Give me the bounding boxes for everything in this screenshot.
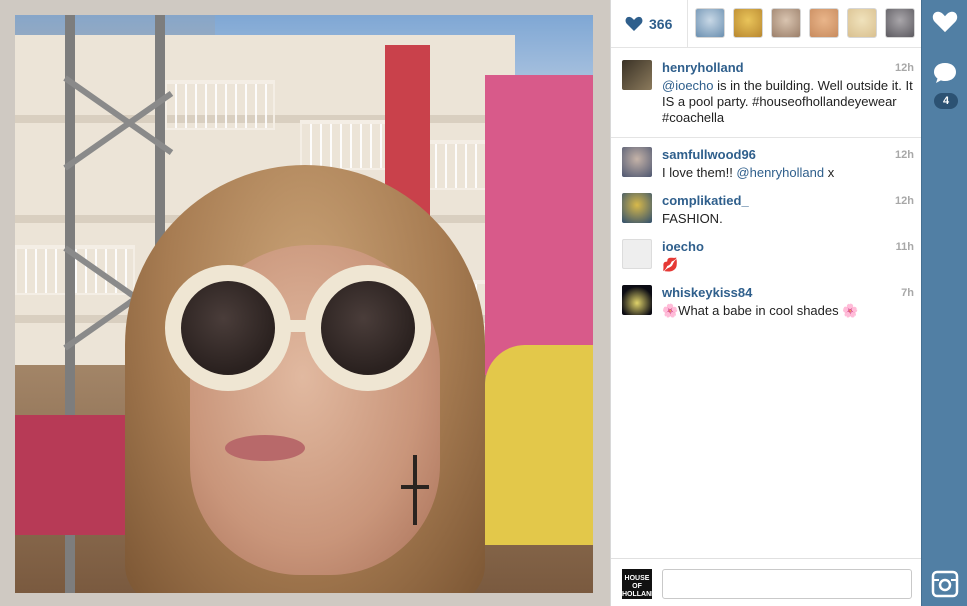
liker-avatar[interactable] [847,8,877,38]
heart-icon [932,10,958,39]
like-count: 366 [649,16,673,32]
avatar[interactable] [622,147,652,177]
liker-avatar[interactable] [809,8,839,38]
comment-username[interactable]: complikatied_ [662,193,749,208]
comment-item: whiskeykiss84 7h 🌸What a babe in cool sh… [611,285,922,325]
comment-item: ioecho 11h 💋 [611,239,922,279]
liker-avatar[interactable] [695,8,725,38]
comment-text: FASHION. [662,211,914,227]
avatar[interactable] [622,193,652,223]
cross-earring-bar [401,485,429,489]
like-button[interactable] [922,10,967,39]
comment-input[interactable] [662,569,912,599]
post-photo[interactable] [15,15,593,593]
mention-link[interactable]: @henryholland [736,165,824,180]
sunglasses-bridge [283,320,313,332]
mention-link[interactable]: @ioecho [662,78,714,93]
comment-text-before: I love them!! [662,165,737,180]
heart-icon [625,16,643,32]
comment-text: 💋 [662,257,914,273]
comment-username[interactable]: samfullwood96 [662,147,756,162]
instagram-button[interactable] [922,570,967,603]
likes-divider [687,0,688,48]
comment-username[interactable]: ioecho [662,239,704,254]
avatar[interactable] [622,285,652,315]
caption-time: 12h [895,62,914,74]
sunglasses-right-lens [305,265,431,391]
sunglasses-left-lens [165,265,291,391]
liker-avatar[interactable] [771,8,801,38]
action-rail: 4 [921,0,967,606]
comment-time: 11h [895,241,914,253]
photo-umbrella [485,345,593,545]
camera-icon [931,570,959,603]
photo-lips [225,435,305,461]
cross-earring [413,455,417,525]
caption-text: @ioecho is in the building. Well outside… [662,78,914,126]
like-count-button[interactable]: 366 [625,12,672,36]
liker-avatar[interactable] [885,8,915,38]
avatar[interactable] [622,239,652,269]
speech-bubble-icon [932,60,958,91]
caption: henryholland 12h @ioecho is in the build… [611,60,922,136]
comment-button[interactable] [922,60,967,91]
comment-time: 7h [901,287,914,299]
comment-text: 🌸What a babe in cool shades 🌸 [662,303,914,319]
comment-text: I love them!! @henryholland x [662,165,914,181]
avatar[interactable] [622,60,652,90]
comment-text-before: FASHION. [662,211,723,226]
comment-count-badge: 4 [934,93,958,109]
likes-bar: 366 [611,0,922,48]
caption-divider [611,137,922,138]
comment-compose: HOUSE OF HOLLAND [611,558,922,606]
photo-pink-wall [485,75,593,375]
current-user-avatar: HOUSE OF HOLLAND [622,569,656,599]
comment-time: 12h [895,195,914,207]
comment-item: complikatied_ 12h FASHION. [611,193,922,233]
caption-username[interactable]: henryholland [662,60,744,75]
comment-username[interactable]: whiskeykiss84 [662,285,752,300]
liker-avatar[interactable] [733,8,763,38]
comments-panel: 366 henryholland 12h @ioecho is in the b… [610,0,922,606]
photo-pane [0,0,610,606]
comment-text-after: x [824,165,835,180]
comment-item: samfullwood96 12h I love them!! @henryho… [611,147,922,187]
comment-text-before: 🌸What a babe in cool shades 🌸 [662,303,859,318]
comment-time: 12h [895,149,914,161]
comment-text-before: 💋 [662,257,679,272]
